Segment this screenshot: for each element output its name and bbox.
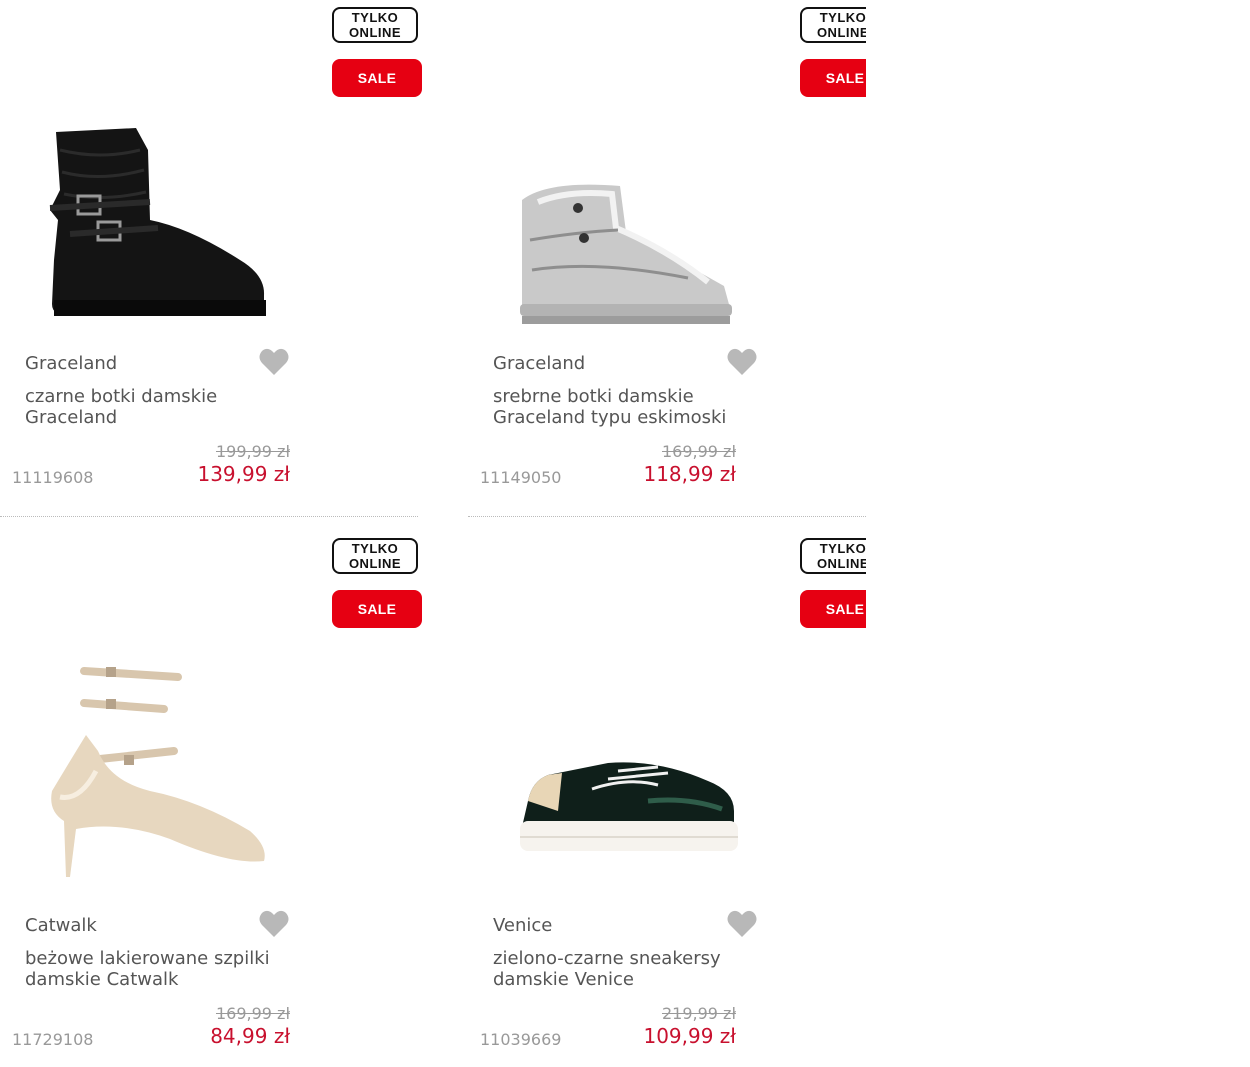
product-image[interactable] — [508, 651, 748, 881]
tylko-online-badge: TYLKO ONLINE — [800, 538, 866, 574]
product-brand[interactable]: Catwalk — [25, 915, 97, 936]
sale-badge: SALE — [800, 590, 866, 628]
product-brand[interactable]: Venice — [493, 915, 552, 936]
tylko-online-badge: TYLKO ONLINE — [332, 538, 418, 574]
silver-snow-boot-icon — [520, 184, 732, 324]
product-sku: 11119608 — [12, 468, 94, 487]
old-price: 169,99 zł — [661, 442, 736, 461]
product-title[interactable]: beżowe lakierowane szpilki damskie Catwa… — [25, 948, 295, 990]
product-title[interactable]: czarne botki damskie Graceland — [25, 386, 295, 428]
sale-price: 109,99 zł — [643, 1024, 736, 1048]
old-price: 219,99 zł — [661, 1004, 736, 1023]
sale-badge: SALE — [332, 59, 422, 97]
sale-badge: SALE — [332, 590, 422, 628]
green-black-sneaker-icon — [520, 762, 738, 851]
product-sku: 11039669 — [480, 1030, 562, 1049]
product-title[interactable]: zielono-czarne sneakersy damskie Venice — [493, 948, 763, 990]
product-image[interactable] — [40, 110, 280, 340]
row-divider — [468, 516, 866, 517]
row-divider — [0, 516, 418, 517]
product-brand[interactable]: Graceland — [493, 353, 585, 374]
product-sku: 11729108 — [12, 1030, 94, 1049]
product-card[interactable]: TYLKO ONLINE SALE Venice zielono-czarne … — [468, 531, 866, 1051]
product-image[interactable] — [508, 110, 748, 340]
wishlist-heart-icon[interactable] — [258, 908, 290, 940]
wishlist-heart-icon[interactable] — [258, 346, 290, 378]
product-card[interactable]: TYLKO ONLINE SALE Graceland czarne botki… — [0, 0, 422, 520]
tylko-online-badge: TYLKO ONLINE — [800, 7, 866, 43]
sale-price: 118,99 zł — [643, 462, 736, 486]
beige-pump-icon — [51, 667, 265, 877]
wishlist-heart-icon[interactable] — [726, 346, 758, 378]
product-card[interactable]: TYLKO ONLINE SALE Graceland srebrne botk… — [468, 0, 866, 520]
sale-price: 139,99 zł — [197, 462, 290, 486]
old-price: 199,99 zł — [215, 442, 290, 461]
tylko-online-badge: TYLKO ONLINE — [332, 7, 418, 43]
product-title[interactable]: srebrne botki damskie Graceland typu esk… — [493, 386, 763, 428]
sale-badge: SALE — [800, 59, 866, 97]
sale-price: 84,99 zł — [210, 1024, 290, 1048]
old-price: 169,99 zł — [215, 1004, 290, 1023]
wishlist-heart-icon[interactable] — [726, 908, 758, 940]
product-brand[interactable]: Graceland — [25, 353, 117, 374]
product-sku: 11149050 — [480, 468, 562, 487]
product-card[interactable]: TYLKO ONLINE SALE Catwalk beżowe lakiero… — [0, 531, 422, 1051]
black-boot-icon — [49, 128, 266, 316]
product-image[interactable] — [40, 651, 280, 881]
